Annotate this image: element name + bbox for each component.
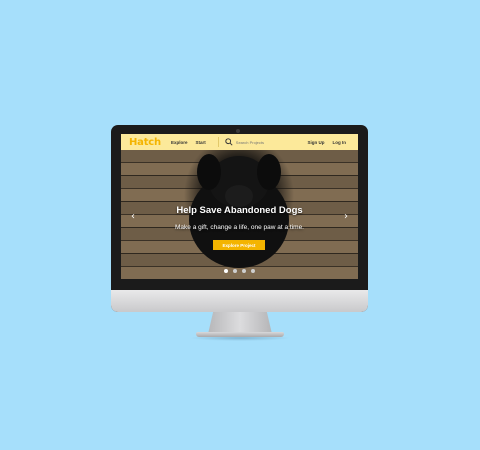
search-icon[interactable] <box>225 138 233 146</box>
search-input[interactable] <box>235 139 306 145</box>
hero-subtitle: Make a gift, change a life, one paw at a… <box>175 224 304 231</box>
log-in-link[interactable]: Log In <box>333 140 347 145</box>
camera-dot <box>236 129 240 133</box>
hero-banner: Help Save Abandoned Dogs Make a gift, ch… <box>121 150 358 279</box>
carousel-dots <box>121 269 358 273</box>
site-logo[interactable]: Hatch <box>129 137 171 148</box>
carousel-dot[interactable] <box>224 269 228 273</box>
monitor-chin <box>111 290 368 312</box>
monitor-stand-neck <box>208 312 272 334</box>
sign-up-link[interactable]: Sign Up <box>308 140 325 145</box>
carousel-dot[interactable] <box>242 269 246 273</box>
nav-link-start[interactable]: Start <box>196 140 206 145</box>
nav-link-explore[interactable]: Explore <box>171 140 188 145</box>
explore-project-button[interactable]: Explore Project <box>213 240 265 250</box>
nav-auth-links: Sign Up Log In <box>308 140 355 145</box>
top-navbar: Hatch Explore Start Sign Up Log In <box>121 134 358 150</box>
monitor-screen: Hatch Explore Start Sign Up Log In Help … <box>121 134 358 279</box>
nav-divider <box>217 137 219 147</box>
chevron-right-icon[interactable]: › <box>344 212 348 222</box>
hero-title: Help Save Abandoned Dogs <box>176 205 303 216</box>
monitor-stand-base <box>196 332 284 337</box>
chevron-left-icon[interactable]: ‹ <box>131 212 135 222</box>
carousel-dot[interactable] <box>233 269 237 273</box>
carousel-dot[interactable] <box>251 269 255 273</box>
